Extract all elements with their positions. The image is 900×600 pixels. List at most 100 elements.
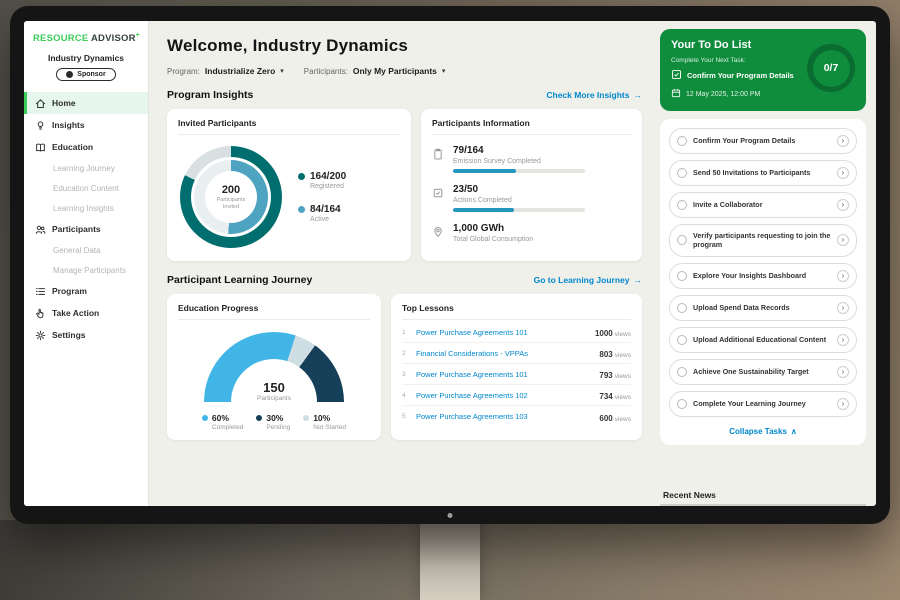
check-more-insights-link[interactable]: Check More Insights → <box>546 90 642 100</box>
sidebar-item-label: Participants <box>52 224 101 234</box>
go-to-learning-journey-link[interactable]: Go to Learning Journey → <box>534 275 642 285</box>
sidebar-item-general-data[interactable]: General Data <box>24 240 148 260</box>
sidebar-item-learning-journey[interactable]: Learning Journey <box>24 158 148 178</box>
chevron-right-icon[interactable]: › <box>837 334 849 346</box>
lesson-link[interactable]: Power Purchase Agreements 102 <box>416 391 591 400</box>
lesson-link[interactable]: Power Purchase Agreements 101 <box>416 328 587 337</box>
invited-participants-card: Invited Participants 200 Participants In… <box>167 109 411 261</box>
lesson-rank: 2 <box>402 350 408 357</box>
task-item[interactable]: Complete Your Learning Journey › <box>669 391 857 417</box>
program-label: Program: <box>167 67 200 76</box>
radio-circle-icon[interactable] <box>677 335 687 345</box>
actions-progressbar <box>453 208 585 212</box>
radio-circle-icon[interactable] <box>677 399 687 409</box>
lesson-link[interactable]: Power Purchase Agreements 101 <box>416 370 591 379</box>
progress-fill <box>453 169 516 173</box>
todo-progress-value: 0/7 <box>813 50 850 87</box>
task-item[interactable]: Achieve One Sustainability Target › <box>669 359 857 385</box>
sidebar-item-education[interactable]: Education <box>24 136 148 158</box>
lesson-rank: 5 <box>402 413 408 420</box>
chevron-right-icon[interactable]: › <box>837 270 849 282</box>
legend-value: 164/200 <box>310 171 346 182</box>
task-item[interactable]: Verify participants requesting to join t… <box>669 224 857 257</box>
task-item[interactable]: Invite a Collaborator › <box>669 192 857 218</box>
donut-center-value: 200 <box>222 184 240 196</box>
task-label: Achieve One Sustainability Target <box>693 367 831 376</box>
webcam-dot <box>448 513 453 518</box>
sidebar-item-label: Education Content <box>53 184 119 193</box>
chevron-right-icon[interactable]: › <box>837 199 849 211</box>
legend-item-completed: 60% Completed <box>202 413 243 431</box>
lesson-rank: 4 <box>402 392 408 399</box>
chevron-right-icon[interactable]: › <box>837 167 849 179</box>
program-value: Industrialize Zero <box>205 66 275 76</box>
sidebar-item-home[interactable]: Home <box>24 92 148 114</box>
education-gauge-area: 150 Participants 60% Completed <box>178 320 370 431</box>
recent-news-section: Recent News <box>660 484 866 506</box>
chevron-up-icon: ∧ <box>791 427 797 436</box>
legend-dot-registered <box>298 173 305 180</box>
sidebar-item-education-content[interactable]: Education Content <box>24 178 148 198</box>
logo-primary: RESOURCE <box>33 33 88 44</box>
gauge-legend: 60% Completed 30% Pending <box>202 413 346 431</box>
radio-circle-icon[interactable] <box>677 367 687 377</box>
card-title: Participants Information <box>432 118 631 135</box>
task-item[interactable]: Upload Spend Data Records › <box>669 295 857 321</box>
sidebar-item-manage-participants[interactable]: Manage Participants <box>24 260 148 280</box>
todo-next-task-label: Confirm Your Program Details <box>687 71 794 80</box>
radio-circle-icon[interactable] <box>677 200 687 210</box>
link-label: Go to Learning Journey <box>534 275 630 285</box>
legend-label: Registered <box>310 183 346 190</box>
page-title: Welcome, Industry Dynamics <box>167 36 642 56</box>
sidebar-item-participants[interactable]: Participants <box>24 218 148 240</box>
sidebar-item-label: Program <box>52 286 87 296</box>
task-item[interactable]: Explore Your Insights Dashboard › <box>669 263 857 289</box>
logo-secondary: ADVISOR <box>91 33 136 44</box>
sidebar: RESOURCE ADVISOR+ Industry Dynamics Spon… <box>24 21 149 506</box>
chevron-right-icon[interactable]: › <box>837 366 849 378</box>
education-progress-card: Education Progress 150 Participants <box>167 294 381 440</box>
program-dropdown[interactable]: Program: Industrialize Zero ▾ <box>167 66 284 76</box>
radio-circle-icon[interactable] <box>677 235 687 245</box>
chevron-right-icon[interactable]: › <box>837 398 849 410</box>
todo-next-task[interactable]: Confirm Your Program Details <box>671 69 813 82</box>
info-value: 1,000 GWh <box>453 223 533 234</box>
legend-dot-active <box>298 206 305 213</box>
lesson-rank: 3 <box>402 371 408 378</box>
sidebar-item-learning-insights[interactable]: Learning Insights <box>24 198 148 218</box>
lesson-row: 2 Financial Considerations - VPPAs 803vi… <box>402 343 631 364</box>
radio-circle-icon[interactable] <box>677 303 687 313</box>
invited-donut-chart: 200 Participants Invited <box>180 146 282 248</box>
radio-circle-icon[interactable] <box>677 168 687 178</box>
info-label: Emission Survey Completed <box>453 158 585 165</box>
todo-due-label: 12 May 2025, 12:00 PM <box>686 91 760 98</box>
sponsor-badge[interactable]: Sponsor <box>56 68 115 81</box>
chevron-right-icon[interactable]: › <box>837 135 849 147</box>
collapse-tasks-button[interactable]: Collapse Tasks ∧ <box>669 423 857 443</box>
location-pin-icon <box>432 223 445 243</box>
legend-dot-pending <box>256 415 262 421</box>
task-item[interactable]: Confirm Your Program Details › <box>669 128 857 154</box>
todo-progress-ring: 0/7 <box>807 44 855 92</box>
chevron-right-icon[interactable]: › <box>837 302 849 314</box>
task-item[interactable]: Send 50 Invitations to Participants › <box>669 160 857 186</box>
task-label: Upload Additional Educational Content <box>693 335 831 344</box>
sidebar-item-settings[interactable]: Settings <box>24 324 148 346</box>
task-item[interactable]: Upload Additional Educational Content › <box>669 327 857 353</box>
radio-circle-icon[interactable] <box>677 136 687 146</box>
radio-circle-icon[interactable] <box>677 271 687 281</box>
legend-dot-completed <box>202 415 208 421</box>
chevron-right-icon[interactable]: › <box>837 234 849 246</box>
sidebar-item-take-action[interactable]: Take Action <box>24 302 148 324</box>
sidebar-item-program[interactable]: Program <box>24 280 148 302</box>
sidebar-item-insights[interactable]: Insights <box>24 114 148 136</box>
lesson-views: 600views <box>599 408 631 426</box>
org-name: Industry Dynamics <box>24 53 148 63</box>
lesson-link[interactable]: Financial Considerations - VPPAs <box>416 349 591 358</box>
lesson-link[interactable]: Power Purchase Agreements 103 <box>416 412 591 421</box>
participants-dropdown[interactable]: Participants: Only My Participants ▾ <box>304 66 446 76</box>
task-label: Confirm Your Program Details <box>693 136 831 145</box>
main-content: Welcome, Industry Dynamics Program: Indu… <box>149 21 656 506</box>
lessons-list: 1 Power Purchase Agreements 101 1000view… <box>402 320 631 427</box>
monitor: RESOURCE ADVISOR+ Industry Dynamics Spon… <box>10 6 890 524</box>
